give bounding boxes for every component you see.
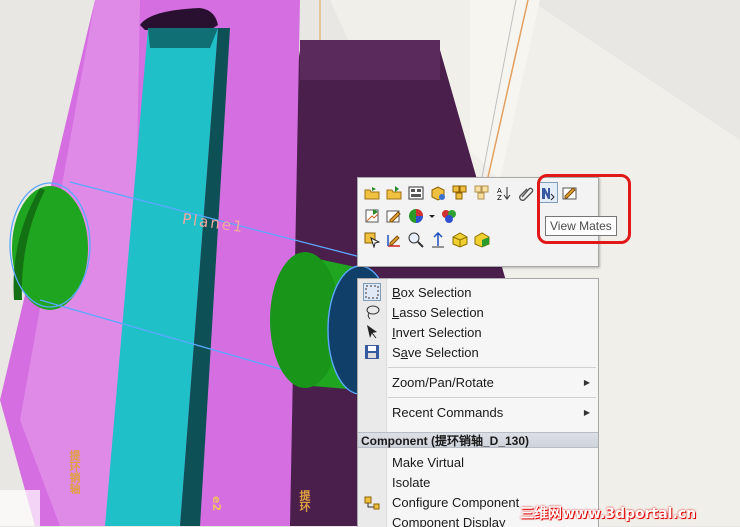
open-part-icon[interactable] bbox=[362, 183, 381, 202]
toolbar-row-3 bbox=[362, 230, 491, 250]
invert-selection-icon bbox=[358, 324, 386, 340]
submenu-arrow-icon: ▶ bbox=[584, 408, 590, 417]
site-watermark: 三维网www.3dportal.cn bbox=[520, 503, 696, 523]
svg-text:Z: Z bbox=[497, 194, 502, 201]
open-assembly-icon[interactable] bbox=[384, 183, 403, 202]
colors-icon[interactable] bbox=[439, 206, 458, 225]
hide-show-icon[interactable] bbox=[450, 183, 469, 202]
zoom-to-selection-icon[interactable] bbox=[406, 230, 425, 249]
open-drawing-icon[interactable] bbox=[362, 206, 381, 225]
context-menu: Box Selection Lasso Selection Invert Sel… bbox=[357, 278, 599, 527]
menu-item-label-part: ox Selection bbox=[401, 285, 472, 300]
menu-item-make-virtual[interactable]: Make Virtual bbox=[358, 452, 598, 472]
isometric-view-icon[interactable] bbox=[406, 183, 425, 202]
menu-item-label: Configure Component bbox=[386, 495, 519, 510]
menu-item-label: Component Display bbox=[386, 515, 505, 527]
menu-item-box-selection[interactable]: Box Selection bbox=[358, 282, 598, 302]
view-mates-tooltip: View Mates bbox=[545, 216, 617, 236]
sort-icon[interactable]: AZ bbox=[494, 183, 513, 202]
component-section-header: Component (提环销轴_D_130) bbox=[358, 432, 598, 448]
menu-separator bbox=[388, 367, 596, 368]
configure-component-icon bbox=[358, 494, 386, 510]
edit-sketch-icon[interactable] bbox=[384, 206, 403, 225]
menu-item-label-part: a bbox=[401, 345, 408, 360]
component-properties-icon[interactable] bbox=[428, 183, 447, 202]
sketch-icon[interactable] bbox=[384, 230, 403, 249]
menu-item-label-part: nvert Selection bbox=[396, 325, 482, 340]
menu-item-label-part: S bbox=[392, 345, 401, 360]
component-side-text-2: e2 bbox=[210, 496, 223, 511]
change-transparency-icon[interactable] bbox=[472, 183, 491, 202]
toolbar-row-2 bbox=[362, 206, 458, 226]
menu-item-label: Isolate bbox=[386, 475, 430, 490]
menu-item-invert-selection[interactable]: Invert Selection bbox=[358, 322, 598, 342]
menu-item-isolate[interactable]: Isolate bbox=[358, 472, 598, 492]
menu-item-label: Make Virtual bbox=[386, 455, 464, 470]
menu-item-label-part: ve Selection bbox=[408, 345, 479, 360]
menu-item-label: Recent Commands bbox=[386, 405, 503, 420]
normal-to-icon[interactable] bbox=[428, 230, 447, 249]
make-virtual-icon[interactable] bbox=[450, 230, 469, 249]
box-selection-icon bbox=[358, 284, 386, 300]
hide-component-icon[interactable] bbox=[472, 230, 491, 249]
menu-item-recent-commands[interactable]: Recent Commands ▶ bbox=[358, 402, 598, 422]
menu-item-label: Zoom/Pan/Rotate bbox=[386, 375, 494, 390]
component-side-text-3: 提环 bbox=[296, 490, 312, 512]
menu-item-label-part: B bbox=[392, 285, 401, 300]
submenu-arrow-icon: ▶ bbox=[584, 378, 590, 387]
menu-item-zoom-pan-rotate[interactable]: Zoom/Pan/Rotate ▶ bbox=[358, 372, 598, 392]
attach-icon[interactable] bbox=[516, 183, 535, 202]
lasso-selection-icon bbox=[358, 304, 386, 320]
menu-separator bbox=[388, 397, 596, 398]
save-selection-icon bbox=[358, 344, 386, 360]
menu-item-label-part: asso Selection bbox=[399, 305, 484, 320]
appearance-dropdown-icon[interactable] bbox=[428, 206, 436, 225]
appearance-icon[interactable] bbox=[406, 206, 425, 225]
component-side-text: 提环销轴 bbox=[66, 450, 82, 494]
select-other-icon[interactable] bbox=[362, 230, 381, 249]
menu-item-save-selection[interactable]: Save Selection bbox=[358, 342, 598, 362]
menu-item-lasso-selection[interactable]: Lasso Selection bbox=[358, 302, 598, 322]
